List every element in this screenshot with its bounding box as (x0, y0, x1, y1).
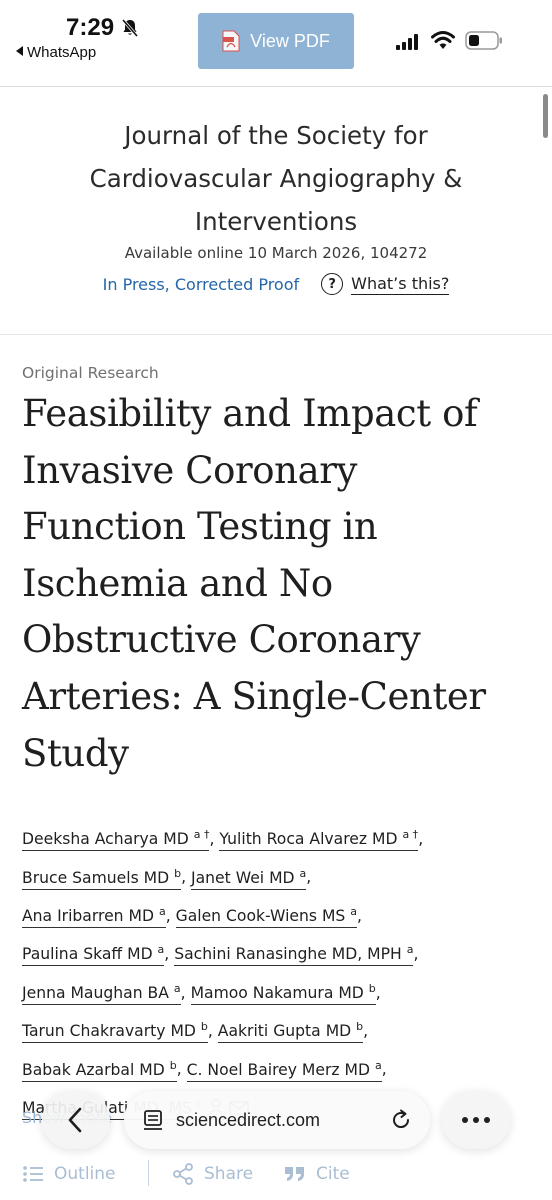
article-title-line: Invasive Coronary (22, 448, 358, 492)
author-affiliation: a (173, 981, 181, 995)
back-triangle-icon (16, 46, 23, 56)
more-icon (462, 1117, 490, 1123)
reader-icon (144, 1110, 162, 1130)
outline-label: Outline (54, 1164, 116, 1184)
cite-button[interactable]: Cite (284, 1164, 350, 1184)
author-link[interactable]: C. Noel Bairey Merz MD a (186, 1058, 382, 1082)
question-icon: ? (321, 273, 344, 295)
author-link[interactable]: Aakriti Gupta MD b (217, 1019, 364, 1044)
author-name: Yulith Roca Alvarez MD (219, 830, 398, 849)
author-name: C. Noel Bairey Merz MD (186, 1060, 370, 1079)
author-affiliation: a (157, 943, 165, 957)
article-title-line: Arteries: A Single-Center (22, 674, 486, 718)
author-name: Paulina Skaff MD (22, 945, 153, 964)
article-title-line: Ischemia and No (22, 561, 333, 605)
author-link[interactable]: Deeksha Acharya MD a † (22, 828, 210, 852)
url-text: sciencedirect.com (176, 1109, 321, 1130)
back-to-app-link[interactable]: WhatsApp (16, 44, 96, 61)
author-name: Tarun Chakravarty MD (22, 1022, 196, 1041)
author-name: Babak Azarbal MD (22, 1060, 165, 1079)
author-link[interactable]: Jenna Maughan BA a (22, 981, 181, 1005)
outline-icon (23, 1166, 43, 1182)
author-affiliation: b (356, 1019, 364, 1033)
more-options-button[interactable] (442, 1091, 510, 1149)
author-link[interactable]: Ana Iribarren MD a (22, 904, 166, 928)
browser-back-button[interactable] (42, 1091, 110, 1149)
header-divider (0, 86, 552, 87)
journal-title-line: Interventions (194, 207, 358, 236)
author-link[interactable]: Babak Azarbal MD b (22, 1058, 177, 1082)
wifi-icon (431, 31, 455, 49)
author-link[interactable]: Galen Cook-Wiens MS a (175, 904, 358, 928)
author-affiliation: b (368, 981, 376, 995)
author-list: Deeksha Acharya MD a †, Yulith Roca Alva… (22, 818, 542, 1125)
author-affiliation: b (200, 1019, 208, 1033)
article-title-line: Study (22, 731, 129, 775)
pdf-icon (222, 30, 240, 52)
author-name: Bruce Samuels MD (22, 868, 170, 887)
signal-icon (396, 34, 418, 50)
status-bar: 7:29 WhatsApp View PDF (0, 0, 552, 80)
back-chevron-icon (68, 1107, 82, 1133)
author-affiliation: a (374, 1058, 382, 1072)
article-toolbar: Outline Share Cite (0, 1154, 552, 1194)
article-status-row: In Press, Corrected Proof ? What’s this? (0, 273, 552, 295)
author-name: Jenna Maughan BA (22, 983, 169, 1002)
cite-icon (285, 1167, 304, 1181)
toolbar-divider (148, 1160, 149, 1186)
back-app-label: WhatsApp (27, 44, 97, 61)
section-divider (0, 334, 552, 335)
author-affiliation: b (174, 866, 182, 880)
author-name: Janet Wei MD (191, 868, 295, 887)
author-name: Galen Cook-Wiens MS (175, 906, 346, 925)
author-link[interactable]: Bruce Samuels MD b (22, 866, 182, 890)
status-time: 7:29 (66, 14, 115, 41)
view-pdf-button[interactable]: View PDF (198, 13, 354, 69)
author-affiliation: a (350, 904, 358, 918)
article-title-line: Obstructive Coronary (22, 618, 421, 662)
share-label: Share (204, 1164, 254, 1184)
author-affiliation: a (299, 866, 307, 880)
available-online: Available online 10 March 2026, 104272 (124, 244, 428, 262)
author-affiliation: a † (402, 828, 419, 841)
author-affiliation: a (158, 904, 166, 918)
author-name: Aakriti Gupta MD (217, 1022, 352, 1041)
share-icon (173, 1163, 193, 1185)
battery-icon (465, 31, 502, 50)
author-affiliation: b (169, 1058, 177, 1072)
journal-title-line: Cardiovascular Angiography & (89, 164, 463, 193)
journal-title-line: Journal of the Society for (124, 121, 428, 150)
bell-off-icon (121, 19, 139, 37)
article-title-line: Function Testing in (22, 505, 378, 549)
author-name: Mamoo Nakamura MD (190, 983, 364, 1002)
article-type: Original Research (22, 364, 159, 382)
share-button[interactable]: Share (172, 1163, 253, 1185)
article-title: Feasibility and Impact of Invasive Coron… (22, 386, 537, 782)
scrollbar-thumb[interactable] (543, 94, 548, 138)
whats-this-label: What’s this? (351, 273, 450, 295)
cite-label: Cite (316, 1164, 350, 1184)
outline-button[interactable]: Outline (22, 1164, 116, 1184)
view-pdf-label: View PDF (250, 30, 330, 51)
author-affiliation: a (406, 943, 414, 957)
author-link[interactable]: Mamoo Nakamura MD b (190, 981, 376, 1005)
reload-icon[interactable] (390, 1109, 412, 1131)
article-title-line: Feasibility and Impact of (22, 392, 478, 435)
author-link[interactable]: Paulina Skaff MD a (22, 943, 165, 967)
journal-title[interactable]: Journal of the Society for Cardiovascula… (30, 114, 522, 243)
author-link[interactable]: Tarun Chakravarty MD b (22, 1019, 208, 1044)
author-name: Deeksha Acharya MD (22, 830, 189, 849)
author-name: Ana Iribarren MD (22, 906, 154, 925)
whats-this-button[interactable]: ? What’s this? (321, 273, 450, 295)
author-name: Sachini Ranasinghe MD, MPH (174, 945, 402, 964)
in-press-link[interactable]: In Press, Corrected Proof (103, 275, 300, 294)
author-link[interactable]: Janet Wei MD a (191, 866, 307, 890)
author-affiliation: a † (193, 828, 210, 841)
address-bar[interactable]: sciencedirect.com (124, 1091, 430, 1149)
author-link[interactable]: Sachini Ranasinghe MD, MPH a (174, 943, 414, 967)
author-link[interactable]: Yulith Roca Alvarez MD a † (219, 828, 419, 852)
